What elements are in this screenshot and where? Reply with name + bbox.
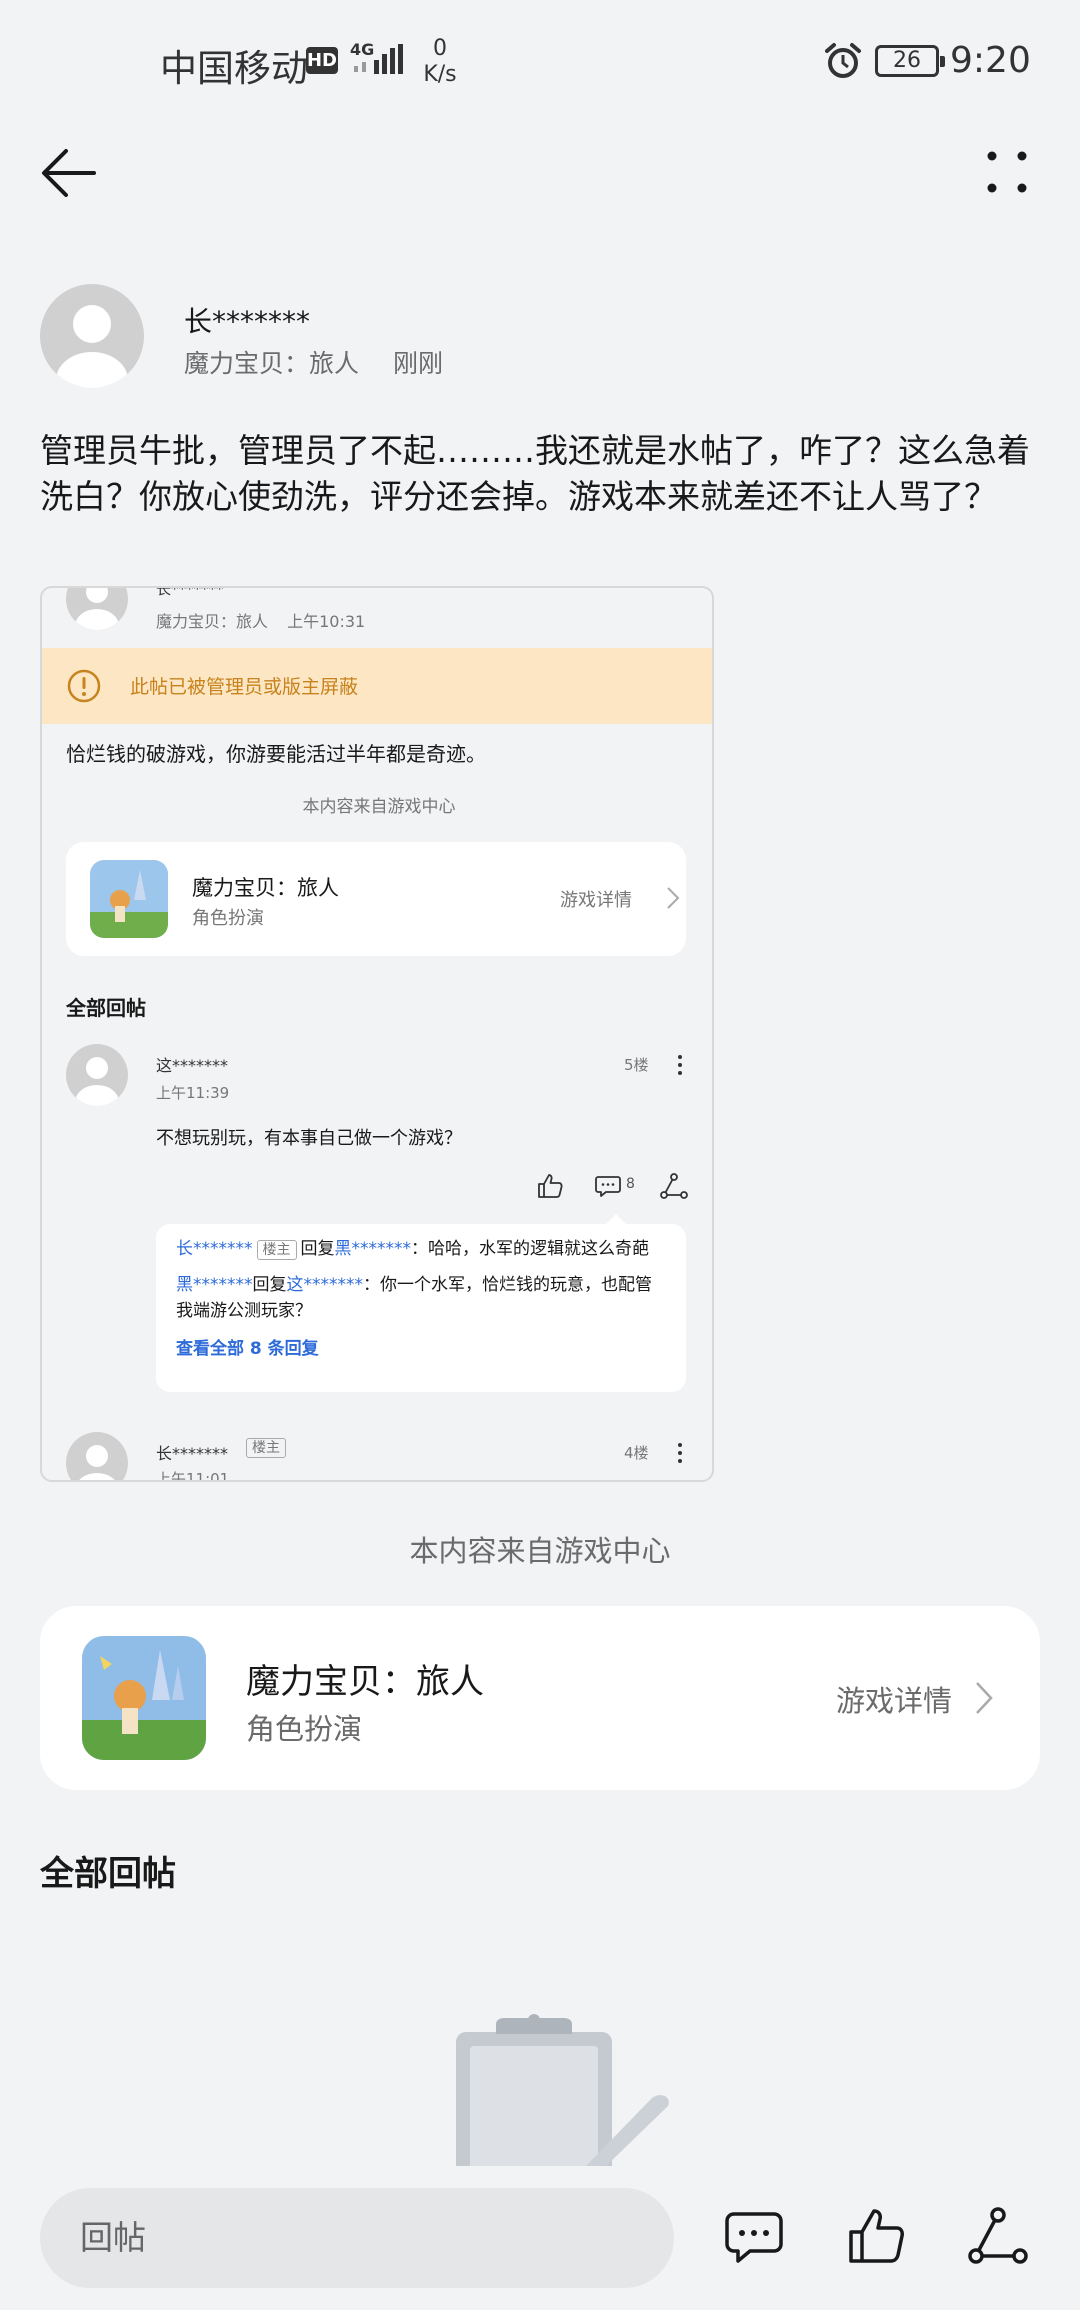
image-meta-game: 魔力宝贝：旅人	[156, 612, 269, 631]
image-subreplies: 长******* 楼主 回复黑*******：哈哈，水军的逻辑就这么奇葩 黑****…	[156, 1214, 686, 1392]
image-post-meta: 魔力宝贝：旅人 上午10:31	[156, 608, 379, 632]
image-more-icon	[678, 1443, 682, 1463]
image-all-replies: 全部回帖	[66, 996, 146, 1020]
image-post-content: 恰烂钱的破游戏，你游要能活过半年都是奇迹。	[66, 742, 486, 766]
post-time: 刚刚	[392, 349, 443, 378]
image-meta-time: 上午10:31	[287, 612, 366, 631]
reply-input[interactable]	[40, 2188, 674, 2288]
subreply-from: 长*******	[176, 1239, 253, 1259]
clock: 9:20	[950, 40, 1031, 81]
image-reply-text: 不想玩别玩，有本事自己做一个游戏？	[156, 1128, 462, 1149]
image-reply-time: 上午11:01	[156, 1470, 230, 1482]
game-icon	[82, 1636, 206, 1760]
reply-word: 回复	[300, 1239, 335, 1259]
image-comment-count: 8	[626, 1176, 635, 1192]
signal-icon	[354, 44, 403, 74]
image-reply-time: 上午11:39	[156, 1084, 230, 1102]
comment-icon[interactable]	[724, 2210, 784, 2266]
status-bar: 中国移动 HD 4G 0 K/s 26 9:20	[0, 0, 1080, 124]
network-speed: 0 K/s	[420, 36, 460, 88]
chevron-right-icon	[976, 1682, 993, 1714]
image-game-genre: 角色扮演	[192, 908, 264, 929]
author-name[interactable]: 长*******	[184, 300, 310, 340]
source-note: 本内容来自游戏中心	[409, 1534, 671, 1568]
subreply-to: 黑*******	[334, 1239, 412, 1259]
default-avatar-icon	[56, 305, 128, 388]
post-game-tag: 魔力宝贝：旅人	[184, 349, 360, 378]
image-subreply: 长******* 楼主 回复黑*******：哈哈，水军的逻辑就这么奇葩	[176, 1236, 666, 1262]
hd-badge: HD	[306, 47, 338, 74]
warning-icon	[67, 669, 101, 703]
more-icon[interactable]	[982, 148, 1032, 198]
game-card[interactable]: 魔力宝贝：旅人 角色扮演 游戏详情	[40, 1606, 1040, 1790]
like-icon[interactable]	[846, 2206, 906, 2266]
subreply-from: 黑*******	[176, 1275, 253, 1295]
image-game-name: 魔力宝贝：旅人	[192, 876, 339, 900]
alarm-icon	[825, 43, 861, 78]
blocked-text: 此帖已被管理员或版主屏蔽	[130, 676, 359, 698]
game-name: 魔力宝贝：旅人	[246, 1662, 484, 1702]
game-detail-link[interactable]: 游戏详情	[836, 1678, 952, 1720]
image-comment-icon	[595, 1176, 621, 1197]
post-meta: 魔力宝贝：旅人 刚刚	[184, 344, 469, 380]
image-reply-name: 长*******	[156, 1444, 229, 1463]
image-source-note: 本内容来自游戏中心	[302, 797, 456, 817]
back-arrow-icon[interactable]	[40, 145, 100, 201]
image-like-icon	[538, 1174, 563, 1198]
image-author-avatar	[66, 588, 128, 630]
image-game-detail: 游戏详情	[560, 890, 632, 911]
author-avatar[interactable]	[40, 284, 144, 388]
subreply-text: ：哈哈，水军的逻辑就这么奇葩	[411, 1239, 649, 1259]
subreply-to: 这*******	[286, 1275, 364, 1295]
image-subreply: 黑*******回复这*******：你一个水军，恰烂钱的玩意，也配管我端游公测…	[176, 1272, 666, 1324]
post-body: 管理员牛批，管理员了不起………我还就是水帖了，咋了？这么急着洗白？你放心使劲洗，…	[40, 431, 1030, 516]
image-reply-name: 这*******	[156, 1056, 229, 1075]
carrier-label: 中国移动	[160, 47, 308, 90]
game-genre: 角色扮演	[246, 1712, 363, 1746]
battery-indicator: 26	[875, 45, 945, 77]
speed-value: 0	[433, 36, 447, 61]
speed-unit: K/s	[423, 62, 457, 87]
image-share-icon	[660, 1173, 688, 1199]
empty-clipboard-icon	[456, 2014, 669, 2166]
chevron-right-icon	[667, 887, 680, 909]
share-icon[interactable]	[968, 2206, 1028, 2266]
image-reply-avatar	[66, 1432, 128, 1480]
post-image[interactable]: 长******* 魔力宝贝：旅人 上午10:31 此帖已被管理员或版主屏蔽 恰烂…	[40, 586, 714, 1482]
blocked-banner: 此帖已被管理员或版主屏蔽	[42, 648, 712, 724]
all-replies-heading: 全部回帖	[40, 1854, 176, 1894]
image-reply-floor: 5楼	[624, 1056, 649, 1074]
image-game-icon	[90, 860, 168, 938]
image-more-icon	[678, 1055, 682, 1075]
op-tag: 楼主	[246, 1438, 286, 1458]
image-reply-avatar	[66, 1044, 128, 1106]
image-author-name: 长*******	[156, 586, 224, 598]
reply-word: 回复	[252, 1275, 287, 1295]
bottom-bar	[0, 2166, 1080, 2310]
image-reply-floor: 4楼	[624, 1444, 649, 1462]
op-tag: 楼主	[256, 1240, 297, 1260]
image-see-all-link: 查看全部 8 条回复	[176, 1339, 319, 1359]
image-game-card: 魔力宝贝：旅人 角色扮演 游戏详情	[66, 842, 686, 956]
